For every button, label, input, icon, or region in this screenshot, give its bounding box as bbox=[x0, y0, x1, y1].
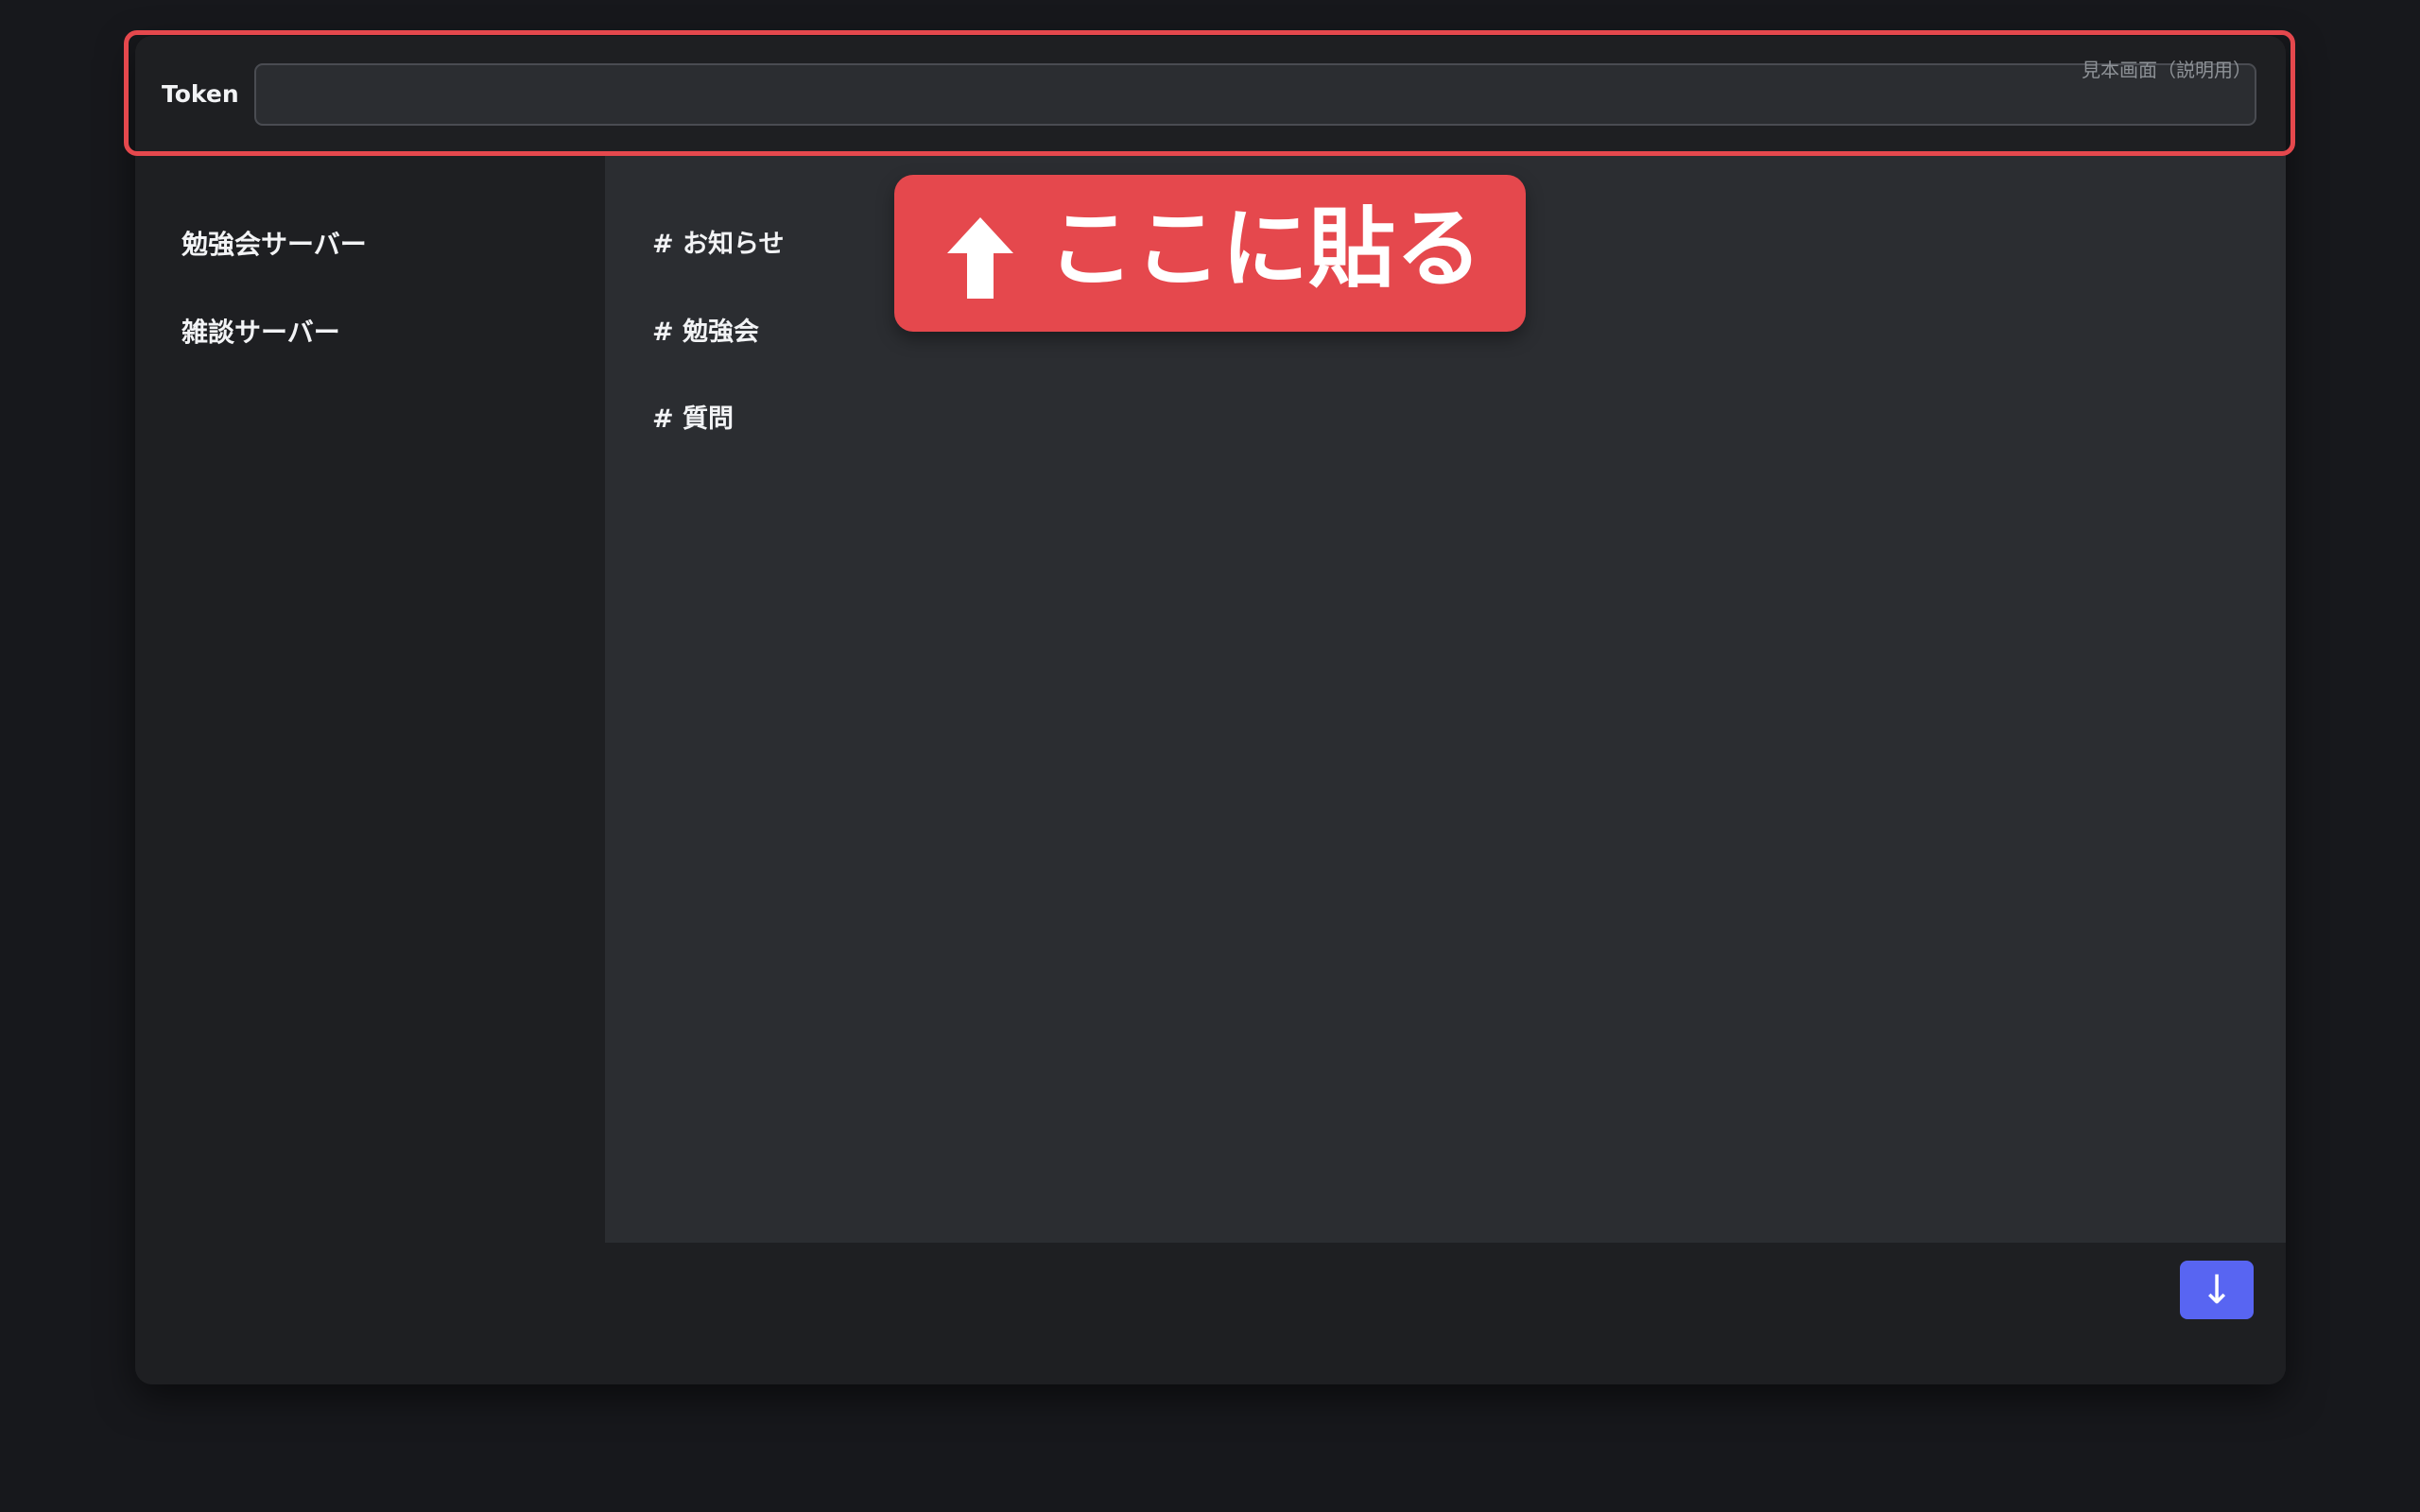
footer: ↓ bbox=[135, 1243, 2286, 1384]
channel-item-questions[interactable]: # 質問 bbox=[652, 396, 734, 443]
callout-text: ここに貼る bbox=[1047, 198, 1483, 300]
up-arrow-icon bbox=[947, 217, 1013, 299]
server-list: 勉強会サーバー 雑談サーバー bbox=[135, 156, 605, 1243]
token-label: Token bbox=[162, 80, 239, 108]
sample-note: 見本画面（説明用） bbox=[2082, 59, 2252, 81]
paste-here-callout: ここに貼る bbox=[894, 175, 1526, 332]
scroll-down-button[interactable]: ↓ bbox=[2180, 1261, 2254, 1319]
channel-item-announcements[interactable]: # お知らせ bbox=[652, 221, 784, 268]
token-bar: Token 見本画面（説明用） bbox=[135, 36, 2286, 156]
channel-item-study[interactable]: # 勉強会 bbox=[652, 309, 759, 356]
server-item-study[interactable]: 勉強会サーバー bbox=[182, 221, 367, 268]
token-input[interactable] bbox=[254, 63, 2256, 126]
server-item-chat[interactable]: 雑談サーバー bbox=[182, 309, 340, 356]
